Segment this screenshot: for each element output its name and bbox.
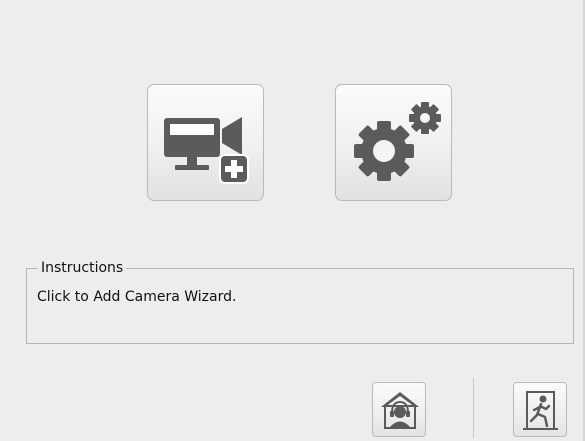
- exit-button[interactable]: [513, 382, 567, 437]
- support-button[interactable]: [372, 382, 426, 437]
- settings-button[interactable]: [335, 84, 452, 201]
- instructions-text: Click to Add Camera Wizard.: [37, 289, 237, 305]
- monitor-camera-add-icon: [164, 117, 249, 184]
- exit-door-icon: [523, 391, 558, 430]
- support-agent-icon: [381, 392, 419, 429]
- instructions-group: Instructions Click to Add Camera Wizard.: [26, 259, 574, 344]
- add-camera-button[interactable]: [147, 84, 264, 201]
- gears-icon: [354, 102, 441, 181]
- instructions-legend: Instructions: [38, 259, 127, 277]
- footer-separator: [473, 378, 474, 438]
